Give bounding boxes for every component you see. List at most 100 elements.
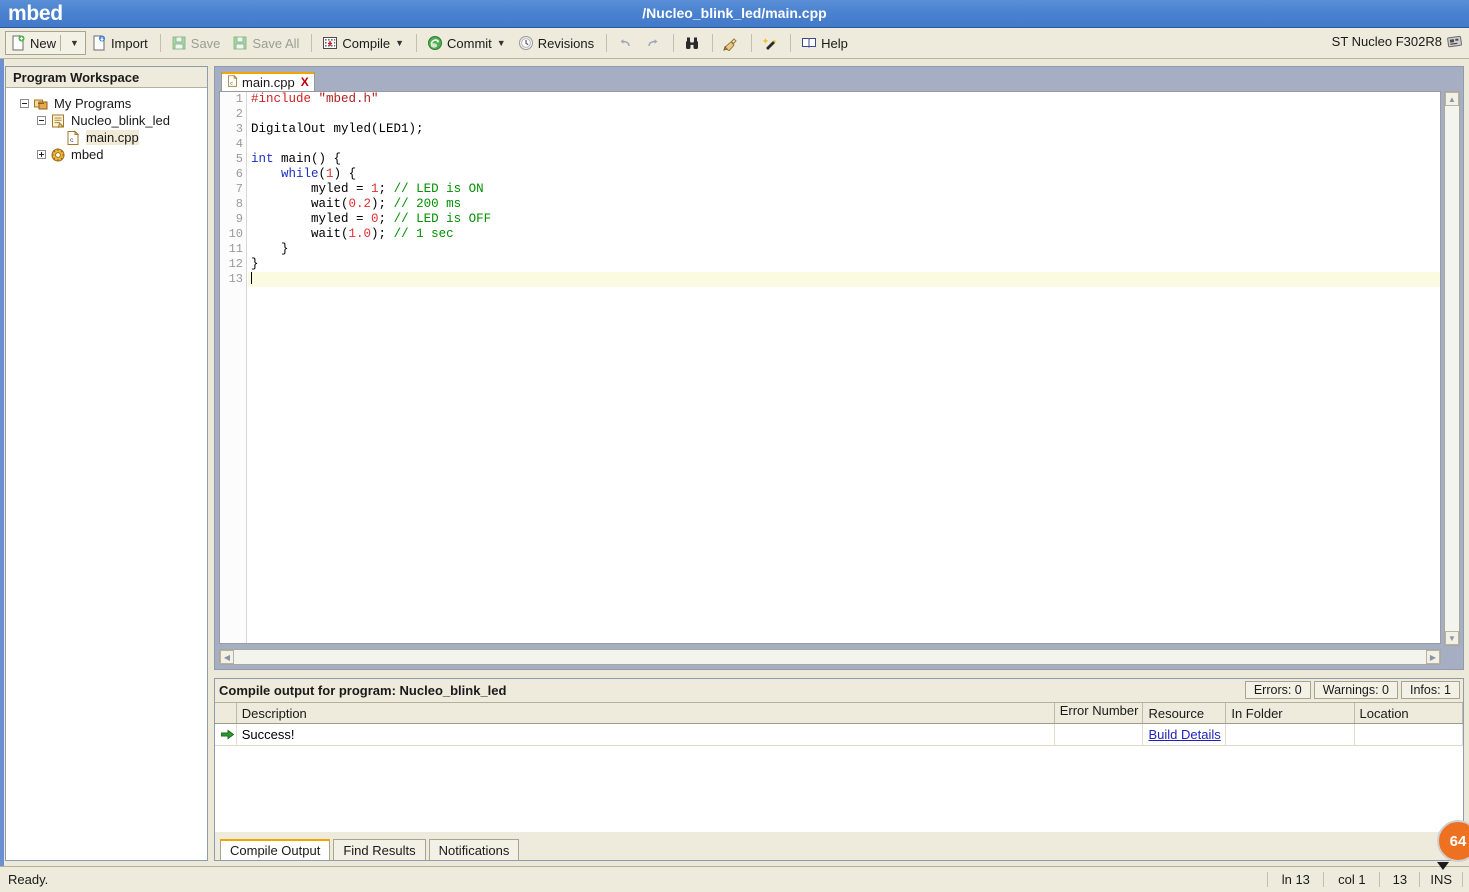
column-header[interactable]: Error Number: [1055, 703, 1144, 723]
code-line[interactable]: }: [248, 242, 1440, 257]
code-line[interactable]: DigitalOut myled(LED1);: [248, 122, 1440, 137]
toolbar-separator-4: [606, 34, 608, 52]
tree-toggle-my-programs[interactable]: [20, 99, 29, 108]
editor-container: c main.cpp X 1 2 3 4 5 6 7 8 9 10 11 12 13 #include …: [214, 66, 1464, 670]
cpp-file-icon: c: [65, 129, 81, 146]
output-tab[interactable]: Compile Output: [220, 839, 331, 860]
tree-item-my-programs[interactable]: My Programs: [6, 95, 207, 112]
platform-label: ST Nucleo F302R8: [1331, 33, 1442, 49]
toolbar-separator-3: [416, 34, 418, 52]
compile-button[interactable]: Compile ▼: [317, 31, 411, 55]
code-line[interactable]: wait(0.2); // 200 ms: [248, 197, 1440, 212]
column-header[interactable]: In Folder: [1226, 703, 1355, 723]
editor-tab-main-cpp[interactable]: c main.cpp X: [221, 72, 315, 91]
info-arrow-icon: [215, 723, 237, 746]
code-line[interactable]: [248, 137, 1440, 152]
code-lines[interactable]: #include "mbed.h" DigitalOut myled(LED1);…: [248, 92, 1440, 643]
output-tab[interactable]: Notifications: [428, 839, 520, 860]
binoculars-icon: [684, 35, 700, 51]
code-token: 1: [371, 182, 379, 196]
commit-chevron-down-icon[interactable]: ▼: [497, 38, 506, 48]
undo-button[interactable]: [612, 31, 640, 55]
code-editor[interactable]: 1 2 3 4 5 6 7 8 9 10 11 12 13 #include "mbed.h" Digit…: [219, 91, 1441, 644]
tree-item-mbed[interactable]: mbed: [6, 146, 207, 163]
toolbar-separator-7: [751, 34, 753, 52]
table-row[interactable]: Success! Build Details: [215, 723, 1463, 746]
mbed-ide-window: mbed /Nucleo_blink_led/main.cpp New ▼ Im…: [0, 0, 1469, 892]
chevron-down-icon[interactable]: ▼: [70, 38, 79, 48]
tree-toggle-mbed[interactable]: [37, 150, 46, 159]
scroll-right-icon[interactable]: ▶: [1426, 650, 1440, 664]
compile-output-title: Compile output for program: Nucleo_blink…: [219, 683, 507, 698]
find-button[interactable]: [679, 31, 707, 55]
code-token: ) {: [333, 167, 357, 181]
code-token: "mbed.h": [318, 92, 379, 106]
toolbar-separator-1: [159, 34, 161, 52]
code-token: (: [318, 167, 327, 181]
editor-vertical-scrollbar[interactable]: ▲ ▼: [1444, 91, 1460, 646]
build-details-link[interactable]: Build Details: [1148, 727, 1220, 742]
revisions-button[interactable]: Revisions: [513, 31, 601, 55]
compile-button-label: Compile: [342, 35, 391, 51]
platform-selector[interactable]: ST Nucleo F302R8: [1332, 33, 1463, 49]
save-button[interactable]: Save: [166, 31, 228, 55]
column-header[interactable]: Location: [1355, 703, 1463, 723]
column-header[interactable]: Description: [237, 703, 1055, 723]
compile-output-header: Compile output for program: Nucleo_blink…: [215, 679, 1463, 703]
line-number: 8: [235, 197, 243, 211]
code-line[interactable]: }: [248, 257, 1440, 272]
column-header[interactable]: Resource: [1143, 703, 1227, 723]
format-button[interactable]: [718, 31, 746, 55]
scroll-left-icon[interactable]: ◀: [220, 650, 234, 664]
revisions-icon: [518, 35, 534, 51]
new-button[interactable]: New ▼: [5, 31, 86, 55]
help-button[interactable]: Help: [796, 31, 855, 55]
import-button[interactable]: Import: [86, 31, 155, 55]
cell-description: Success!: [237, 723, 1055, 746]
code-line[interactable]: [248, 107, 1440, 122]
commit-button[interactable]: Commit ▼: [422, 31, 513, 55]
cpp-file-icon: c: [226, 74, 239, 90]
code-line[interactable]: [248, 272, 1440, 287]
code-line[interactable]: wait(1.0); // 1 sec: [248, 227, 1440, 242]
tools-button[interactable]: [757, 31, 785, 55]
cell-location: [1355, 723, 1463, 746]
cell-in-folder: [1226, 723, 1355, 746]
code-token: // 200 ms: [393, 197, 462, 211]
code-token: }: [251, 257, 259, 271]
redo-button[interactable]: [640, 31, 668, 55]
counter-badge: Errors: 0: [1244, 681, 1311, 699]
close-icon[interactable]: X: [301, 75, 309, 89]
svg-text:c: c: [230, 81, 233, 86]
line-number: 1: [235, 92, 243, 106]
tree-item-nucleo-blink-led[interactable]: Nucleo_blink_led: [6, 112, 207, 129]
code-line[interactable]: myled = 0; // LED is OFF: [248, 212, 1440, 227]
tree-item-main-cpp[interactable]: c main.cpp: [6, 129, 207, 146]
save-all-button-label: Save All: [252, 35, 300, 51]
editor-horizontal-scrollbar[interactable]: ◀ ▶: [219, 649, 1441, 665]
tree-toggle-nucleo-blink-led[interactable]: [37, 116, 46, 125]
code-line[interactable]: while(1) {: [248, 167, 1440, 182]
scroll-up-icon[interactable]: ▲: [1445, 92, 1459, 106]
compile-chevron-down-icon[interactable]: ▼: [395, 38, 404, 48]
output-tab[interactable]: Find Results: [333, 839, 426, 860]
code-token: // LED is OFF: [393, 212, 492, 226]
tree-label-nucleo-blink-led: Nucleo_blink_led: [71, 113, 171, 128]
status-insert-mode: INS: [1419, 872, 1463, 887]
code-line[interactable]: #include "mbed.h": [248, 92, 1440, 107]
code-token: while: [281, 167, 319, 181]
toolbar-separator-8: [790, 34, 792, 52]
save-all-button[interactable]: Save All: [227, 31, 306, 55]
code-line[interactable]: myled = 1; // LED is ON: [248, 182, 1440, 197]
code-token: // LED is ON: [393, 182, 484, 196]
scroll-down-icon[interactable]: ▼: [1445, 631, 1459, 645]
output-tabs: Compile Output Find Results Notifications: [215, 833, 1463, 860]
status-message: Ready.: [8, 872, 49, 887]
line-number: 5: [235, 152, 243, 166]
code-token: wait(: [251, 227, 349, 241]
help-button-label: Help: [821, 35, 848, 51]
new-button-label: New: [30, 35, 57, 51]
tree-label-main-cpp: main.cpp: [86, 130, 139, 145]
code-line[interactable]: int main() {: [248, 152, 1440, 167]
